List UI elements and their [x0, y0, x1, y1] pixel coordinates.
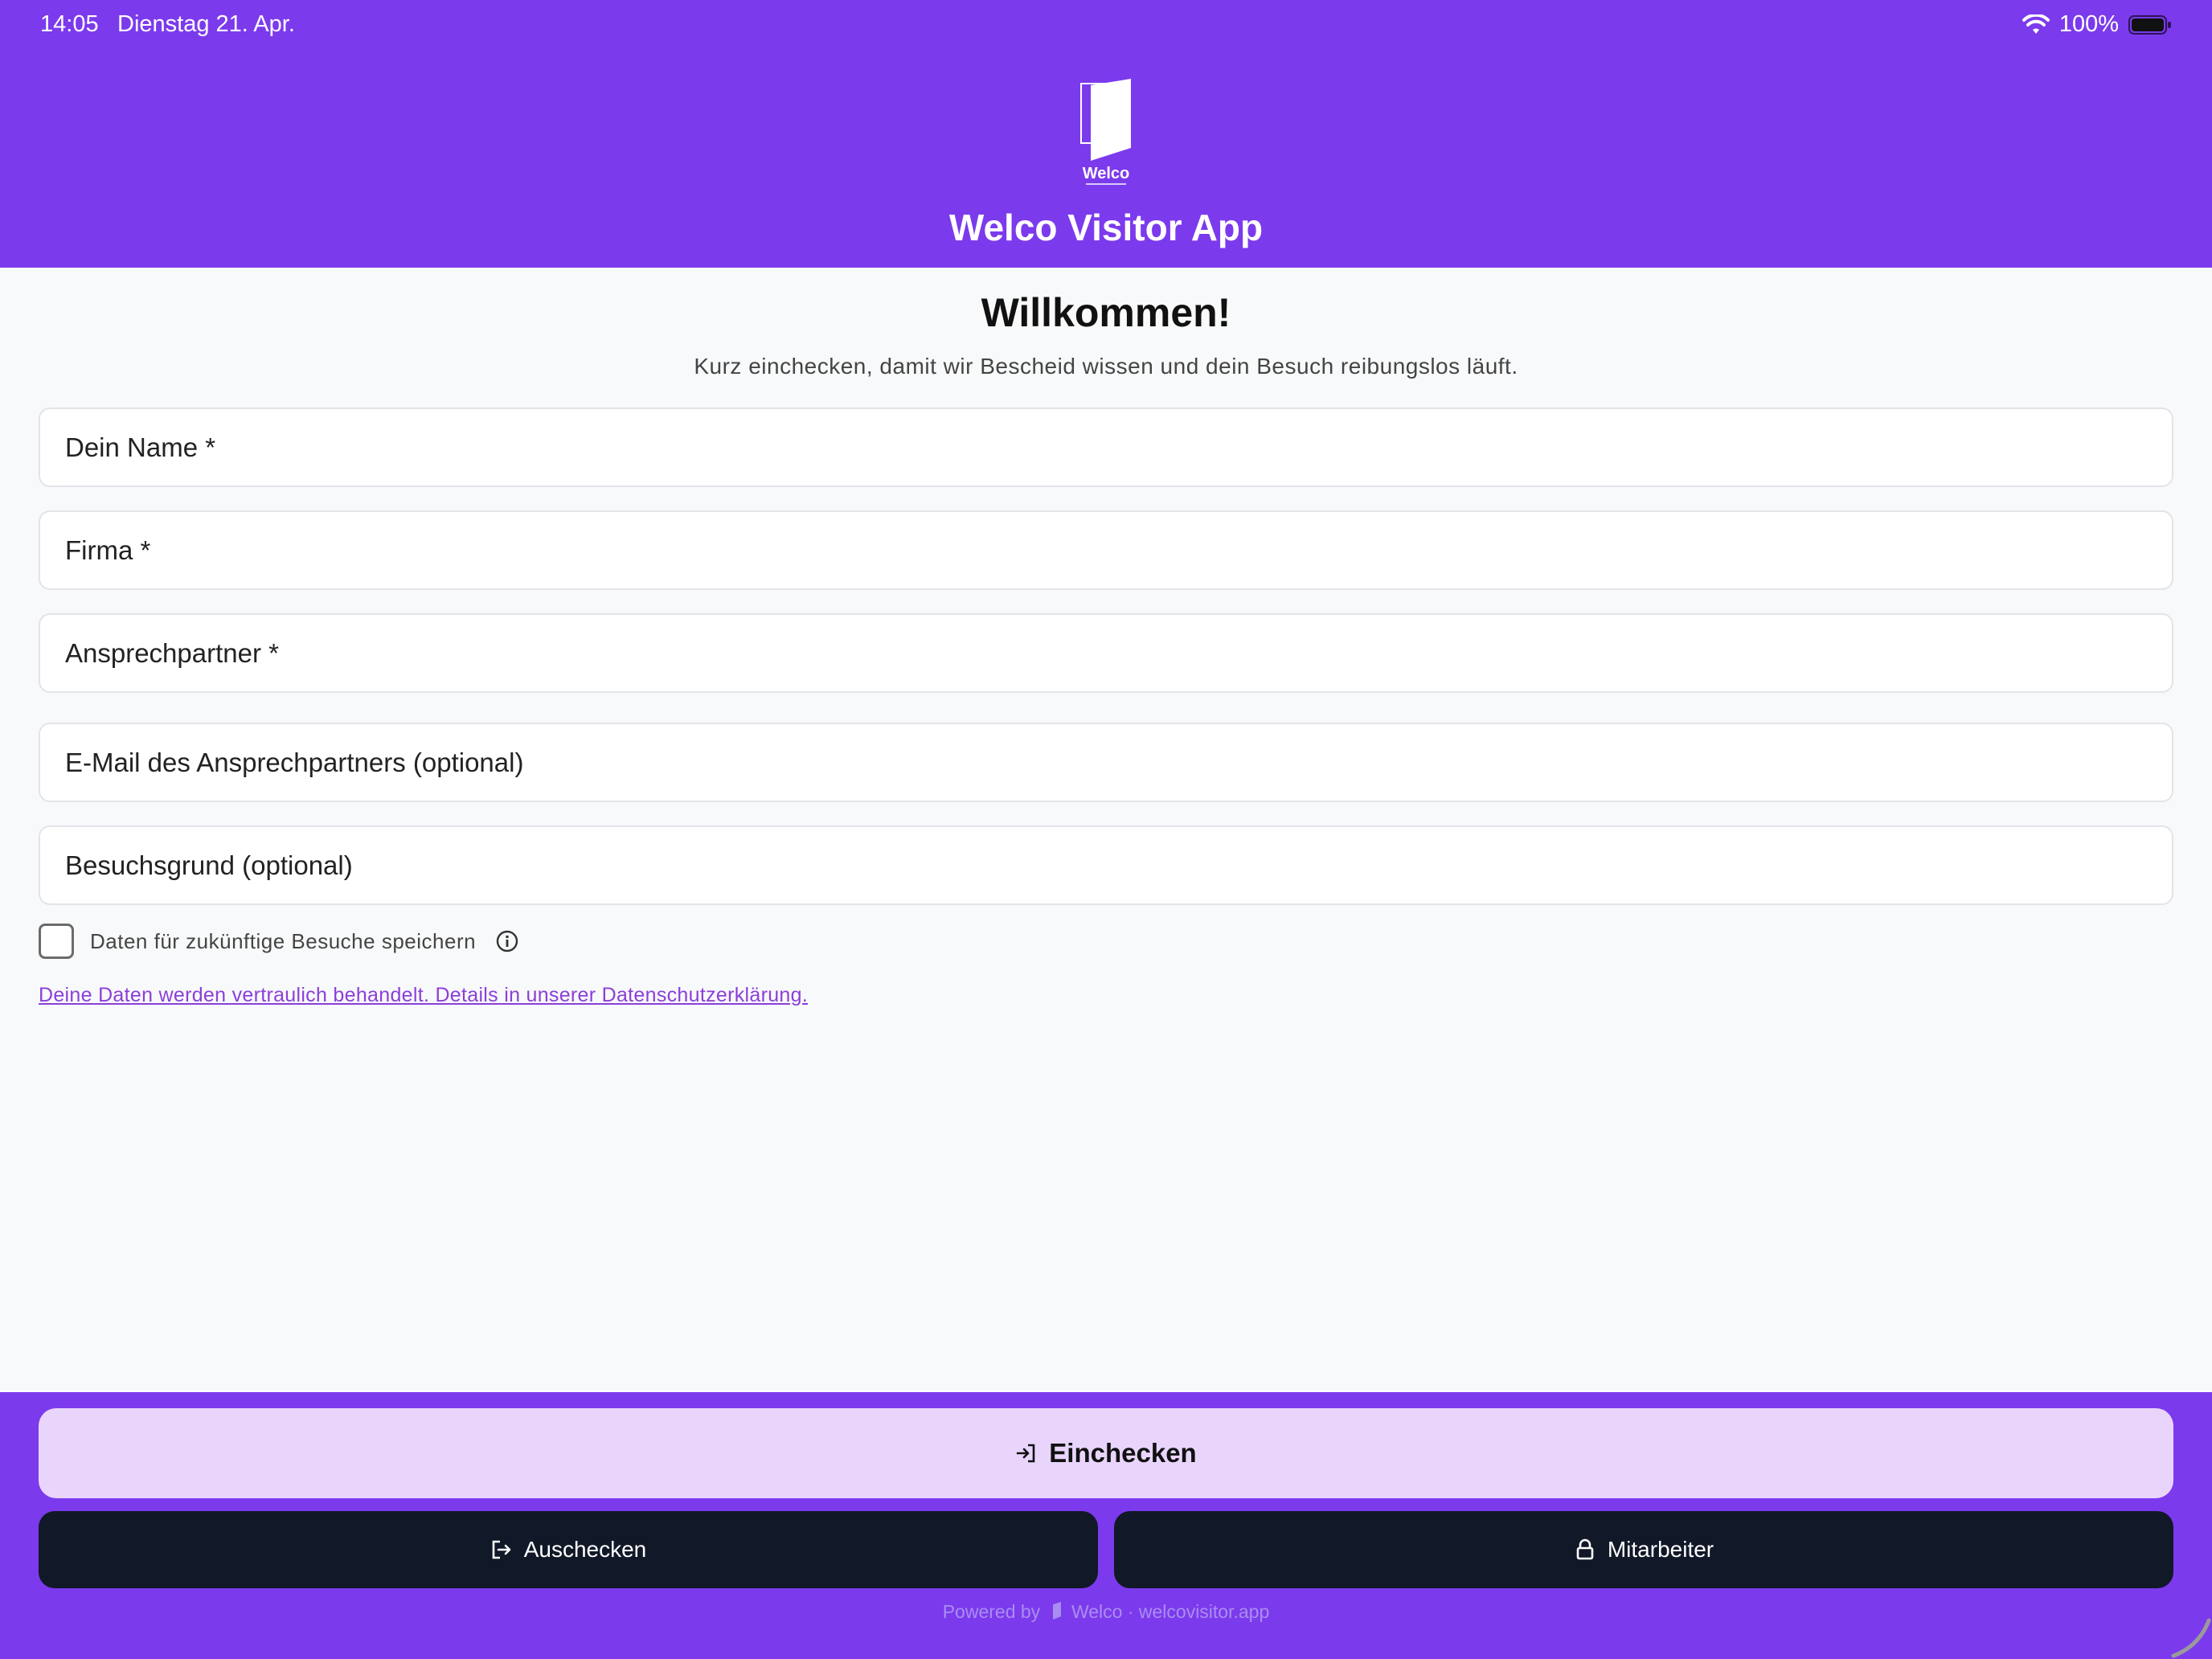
save-data-row: Daten für zukünftige Besuche speichern: [39, 924, 519, 959]
battery-icon: [2128, 14, 2171, 35]
status-indicators: 100%: [2022, 11, 2172, 38]
visit-reason-input-placeholder: Besuchsgrund (optional): [65, 850, 353, 880]
staff-button[interactable]: Mitarbeiter: [1114, 1511, 2173, 1588]
wifi-icon: [2022, 14, 2050, 34]
name-input[interactable]: Dein Name *: [39, 408, 2173, 487]
sign-out-icon: [492, 1540, 511, 1559]
staff-label: Mitarbeiter: [1607, 1537, 1714, 1562]
app-header: 14:05 Dienstag 21. Apr. 100% Welco Welco…: [0, 0, 2212, 268]
sign-in-icon: [1016, 1444, 1035, 1463]
contact-person-input[interactable]: Ansprechpartner *: [39, 613, 2173, 693]
info-icon[interactable]: [495, 929, 519, 953]
contact-person-input-placeholder: Ansprechpartner *: [65, 637, 279, 668]
name-input-placeholder: Dein Name *: [65, 432, 216, 462]
welco-mini-logo-icon: [1052, 1602, 1061, 1620]
welco-logo: Welco: [1080, 79, 1131, 185]
status-date: Dienstag 21. Apr.: [117, 11, 295, 37]
status-bar: 14:05 Dienstag 21. Apr. 100%: [0, 0, 2212, 51]
contact-email-input-placeholder: E-Mail des Ansprechpartners (optional): [65, 747, 524, 777]
app-title: Welco Visitor App: [948, 207, 1264, 248]
save-data-label[interactable]: Daten für zukünftige Besuche speichern: [90, 929, 476, 954]
checkout-label: Auschecken: [523, 1537, 647, 1562]
visitor-app-screen: 14:05 Dienstag 21. Apr. 100% Welco Welco…: [0, 0, 2212, 1659]
battery-percent: 100%: [2058, 11, 2119, 37]
contact-email-input[interactable]: E-Mail des Ansprechpartners (optional): [39, 723, 2173, 802]
company-input-placeholder: Firma *: [65, 535, 151, 565]
company-input[interactable]: Firma *: [39, 510, 2173, 590]
powered-by: Powered by Welco · welcovisitor.app: [0, 1601, 2212, 1623]
resize-handle-icon: [2171, 1618, 2211, 1658]
logo-text: Welco: [1083, 165, 1130, 182]
checkin-button[interactable]: Einchecken: [39, 1408, 2173, 1498]
powered-prefix: Powered by: [942, 1601, 1041, 1622]
status-time: 14:05: [40, 11, 99, 37]
powered-brand[interactable]: Welco · welcovisitor.app: [1071, 1601, 1269, 1622]
lock-icon: [1576, 1538, 1594, 1560]
save-data-checkbox[interactable]: [39, 924, 74, 959]
checkout-button[interactable]: Auschecken: [39, 1511, 1098, 1588]
privacy-link[interactable]: Deine Daten werden vertraulich behandelt…: [39, 984, 808, 1007]
welcome-subtitle: Kurz einchecken, damit wir Bescheid wiss…: [694, 354, 1518, 379]
visit-reason-input[interactable]: Besuchsgrund (optional): [39, 825, 2173, 905]
welcome-heading: Willkommen!: [981, 290, 1231, 335]
checkin-label: Einchecken: [1049, 1438, 1197, 1468]
